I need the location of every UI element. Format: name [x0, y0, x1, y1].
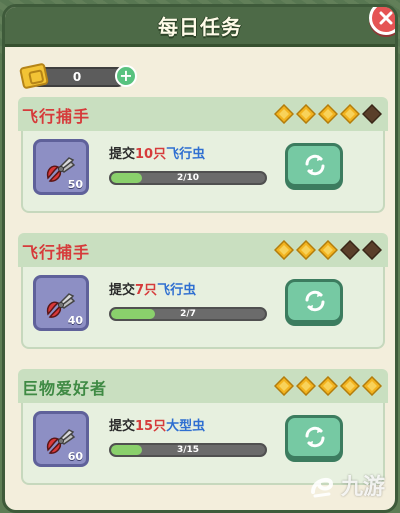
- close-button[interactable]: [369, 7, 395, 35]
- desc-prefix: 提交: [109, 147, 136, 162]
- desc-target: 飞行虫: [166, 147, 206, 162]
- desc-amount: 15只: [135, 419, 167, 434]
- item-count: 60: [67, 450, 83, 463]
- refresh-icon: [305, 154, 325, 176]
- refresh-task-button[interactable]: [285, 415, 343, 459]
- progress-text: 3/15: [176, 445, 200, 455]
- star-filled-icon: [340, 376, 360, 396]
- title-bar: 每日任务: [5, 7, 395, 47]
- item-count: 40: [67, 314, 83, 327]
- difficulty-stars: [274, 376, 382, 396]
- star-empty-icon: [362, 240, 382, 260]
- desc-target: 大型虫: [166, 419, 206, 434]
- nine-game-logo-icon: [310, 477, 333, 498]
- difficulty-stars: [274, 104, 382, 124]
- refresh-icon: [305, 426, 325, 448]
- star-filled-icon: [318, 104, 338, 124]
- star-filled-icon: [318, 376, 338, 396]
- star-filled-icon: [274, 240, 294, 260]
- task-header: 飞行捕手: [18, 233, 388, 267]
- task-title: 飞行捕手: [22, 107, 91, 126]
- progress-bar: 2/10: [109, 171, 267, 185]
- reward-item[interactable]: 60: [33, 411, 89, 467]
- star-filled-icon: [340, 104, 360, 124]
- desc-prefix: 提交: [109, 419, 136, 434]
- desc-amount: 7只: [135, 283, 158, 298]
- refresh-icon: [305, 290, 325, 312]
- difficulty-stars: [274, 240, 382, 260]
- refresh-task-button[interactable]: [285, 279, 343, 323]
- reward-item[interactable]: 40: [33, 275, 89, 331]
- star-filled-icon: [296, 240, 316, 260]
- progress-bar: 2/7: [109, 307, 267, 321]
- star-filled-icon: [362, 376, 382, 396]
- page-title: 每日任务: [158, 15, 242, 39]
- star-filled-icon: [296, 376, 316, 396]
- task-header: 飞行捕手: [18, 97, 388, 131]
- desc-target: 飞行虫: [157, 283, 197, 298]
- star-filled-icon: [274, 376, 294, 396]
- task-card: 飞行捕手 40 提交7只飞行虫 2/7: [18, 233, 388, 351]
- watermark-text: 九游: [340, 475, 385, 500]
- star-empty-icon: [362, 104, 382, 124]
- task-body: 50 提交10只飞行虫 2/10: [21, 131, 385, 213]
- progress-text: 2/10: [176, 173, 200, 183]
- star-empty-icon: [340, 240, 360, 260]
- desc-prefix: 提交: [109, 283, 136, 298]
- task-title: 飞行捕手: [22, 243, 91, 262]
- watermark: 九游: [307, 468, 385, 502]
- refresh-task-button[interactable]: [285, 143, 343, 187]
- star-filled-icon: [274, 104, 294, 124]
- star-filled-icon: [318, 240, 338, 260]
- progress-bar: 3/15: [109, 443, 267, 457]
- add-currency-button[interactable]: +: [115, 65, 137, 87]
- close-icon: [379, 11, 393, 25]
- task-body: 40 提交7只飞行虫 2/7: [21, 267, 385, 349]
- task-header: 巨物爱好者: [18, 369, 388, 403]
- currency-display: 0 +: [18, 62, 137, 90]
- desc-amount: 10只: [135, 147, 167, 162]
- task-description: 提交15只大型虫: [109, 415, 205, 434]
- star-filled-icon: [296, 104, 316, 124]
- task-title: 巨物爱好者: [22, 379, 108, 398]
- daily-tasks-panel: 每日任务 0 + 飞行捕手 50 提交10只飞行虫 2/10 飞行捕手 40 提…: [2, 4, 398, 513]
- reward-item[interactable]: 50: [33, 139, 89, 195]
- task-card: 飞行捕手 50 提交10只飞行虫 2/10: [18, 97, 388, 215]
- task-description: 提交10只飞行虫: [109, 143, 205, 162]
- item-count: 50: [67, 178, 83, 191]
- progress-text: 2/7: [180, 309, 196, 319]
- task-description: 提交7只飞行虫: [109, 279, 196, 298]
